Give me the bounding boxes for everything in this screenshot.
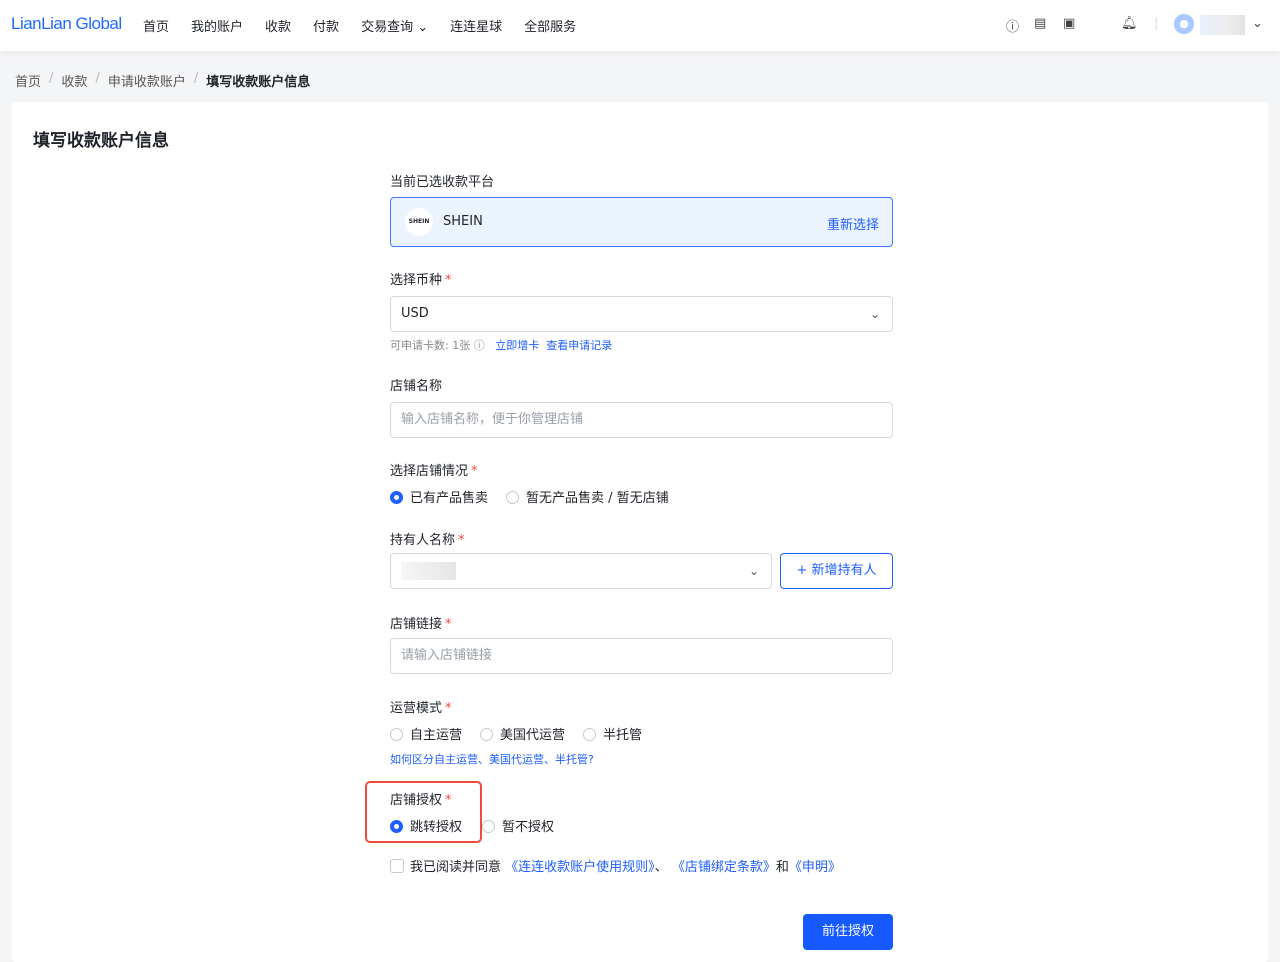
- holder-value-redacted: [401, 561, 456, 580]
- radio-redirect-auth[interactable]: 跳转授权: [390, 816, 462, 835]
- add-holder-button[interactable]: + 新增持有人: [780, 553, 893, 589]
- shein-logo: SHEIN: [405, 208, 433, 236]
- shop-name-placeholder: 输入店铺名称，便于你管理店铺: [401, 412, 584, 427]
- nav-pay[interactable]: 付款: [313, 16, 339, 35]
- nav-transactions[interactable]: 交易查询 ⌄: [361, 16, 428, 35]
- nav-planet[interactable]: 连连星球: [450, 16, 502, 35]
- chevron-down-icon[interactable]: ⌄: [1252, 16, 1263, 31]
- ops-mode-radio-group: 自主运营 美国代运营 半托管: [390, 724, 642, 743]
- rule-link-3[interactable]: 《申明》: [789, 860, 841, 875]
- radio-semi-managed[interactable]: 半托管: [583, 724, 642, 743]
- top-header: LianLian Global 首页 我的账户 收款 付款 交易查询 ⌄ 连连星…: [0, 0, 1280, 51]
- chevron-down-icon: ⌄: [748, 564, 759, 578]
- help-icon[interactable]: ⓘ: [1006, 16, 1019, 35]
- agree-checkbox[interactable]: [390, 859, 404, 873]
- add-card-link[interactable]: 立即增卡: [495, 339, 539, 352]
- platform-label: 当前已选收款平台: [390, 175, 495, 190]
- crumb-apply[interactable]: 申请收款账户: [108, 71, 186, 90]
- divider: |: [1154, 16, 1159, 31]
- main-nav: 首页 我的账户 收款 付款 交易查询 ⌄ 连连星球 全部服务: [143, 16, 576, 35]
- ops-mode-help-link[interactable]: 如何区分自主运营、美国代运营、半托管?: [390, 751, 594, 767]
- calendar-icon[interactable]: ▤: [1034, 16, 1046, 31]
- currency-select[interactable]: USD ⌄: [390, 296, 893, 332]
- radio-skip-auth[interactable]: 暂不授权: [482, 816, 554, 835]
- crumb-home[interactable]: 首页: [15, 71, 41, 90]
- currency-value: USD: [401, 306, 429, 321]
- username-redacted[interactable]: [1200, 15, 1245, 35]
- breadcrumb: 首页 / 收款 / 申请收款账户 / 填写收款账户信息: [15, 71, 310, 90]
- crumb-sep: /: [49, 71, 54, 86]
- currency-label: 选择币种 *: [390, 273, 452, 288]
- shop-status-label: 选择店铺情况 *: [390, 464, 478, 479]
- crumb-sep: /: [95, 71, 100, 86]
- chevron-down-icon: ⌄: [417, 20, 429, 35]
- holder-select[interactable]: ⌄: [390, 553, 772, 589]
- bell-icon[interactable]: 🔔︎: [1121, 16, 1138, 31]
- help-icon[interactable]: ⓘ: [474, 339, 485, 352]
- shop-name-input[interactable]: 输入店铺名称，便于你管理店铺: [390, 402, 893, 438]
- nav-home[interactable]: 首页: [143, 16, 169, 35]
- shop-link-placeholder: 请输入店铺链接: [401, 648, 493, 663]
- gift-icon[interactable]: ▣: [1063, 16, 1075, 31]
- radio-us-agency[interactable]: 美国代运营: [480, 724, 565, 743]
- nav-receive[interactable]: 收款: [265, 16, 291, 35]
- auth-label: 店铺授权 *: [390, 793, 452, 808]
- nav-my-account[interactable]: 我的账户: [191, 16, 243, 35]
- rule-link-2[interactable]: 《店铺绑定条款》: [672, 860, 776, 875]
- shop-name-label: 店铺名称: [390, 379, 443, 394]
- records-link[interactable]: 查看申请记录: [546, 339, 612, 352]
- page-title: 填写收款账户信息: [33, 131, 169, 151]
- user-icon[interactable]: ●: [1174, 14, 1194, 34]
- nav-transactions-label: 交易查询: [361, 20, 414, 35]
- radio-self-operated[interactable]: 自主运营: [390, 724, 462, 743]
- rule-link-1[interactable]: 《连连收款账户使用规则》: [505, 860, 655, 875]
- submit-authorize-button[interactable]: 前往授权: [803, 914, 893, 950]
- crumb-receive[interactable]: 收款: [61, 71, 87, 90]
- shop-status-radio-group: 已有产品售卖 暂无产品售卖 / 暂无店铺: [390, 487, 669, 506]
- crumb-sep: /: [193, 71, 199, 86]
- agreement: 我已阅读并同意 《连连收款账户使用规则》、 《店铺绑定条款》和《申明》: [390, 856, 841, 875]
- auth-radio-group: 跳转授权 暂不授权: [390, 816, 554, 835]
- crumb-current: 填写收款账户信息: [206, 75, 311, 90]
- logo[interactable]: LianLian Global: [11, 14, 122, 34]
- nav-all-services[interactable]: 全部服务: [524, 16, 576, 35]
- holder-label: 持有人名称 *: [390, 533, 465, 548]
- shop-link-label: 店铺链接 *: [390, 617, 452, 632]
- platform-name: SHEIN: [443, 214, 483, 229]
- reselect-link[interactable]: 重新选择: [827, 214, 879, 233]
- shop-link-input[interactable]: 请输入店铺链接: [390, 638, 893, 674]
- ops-mode-label: 运营模式 *: [390, 701, 452, 716]
- radio-no-products[interactable]: 暂无产品售卖 / 暂无店铺: [506, 487, 669, 506]
- chevron-down-icon: ⌄: [869, 307, 880, 321]
- card-quota: 可申请卡数: 1张 ⓘ 立即增卡 查看申请记录: [390, 339, 613, 352]
- selected-platform: SHEIN SHEIN 重新选择: [390, 197, 893, 247]
- radio-has-products[interactable]: 已有产品售卖: [390, 487, 488, 506]
